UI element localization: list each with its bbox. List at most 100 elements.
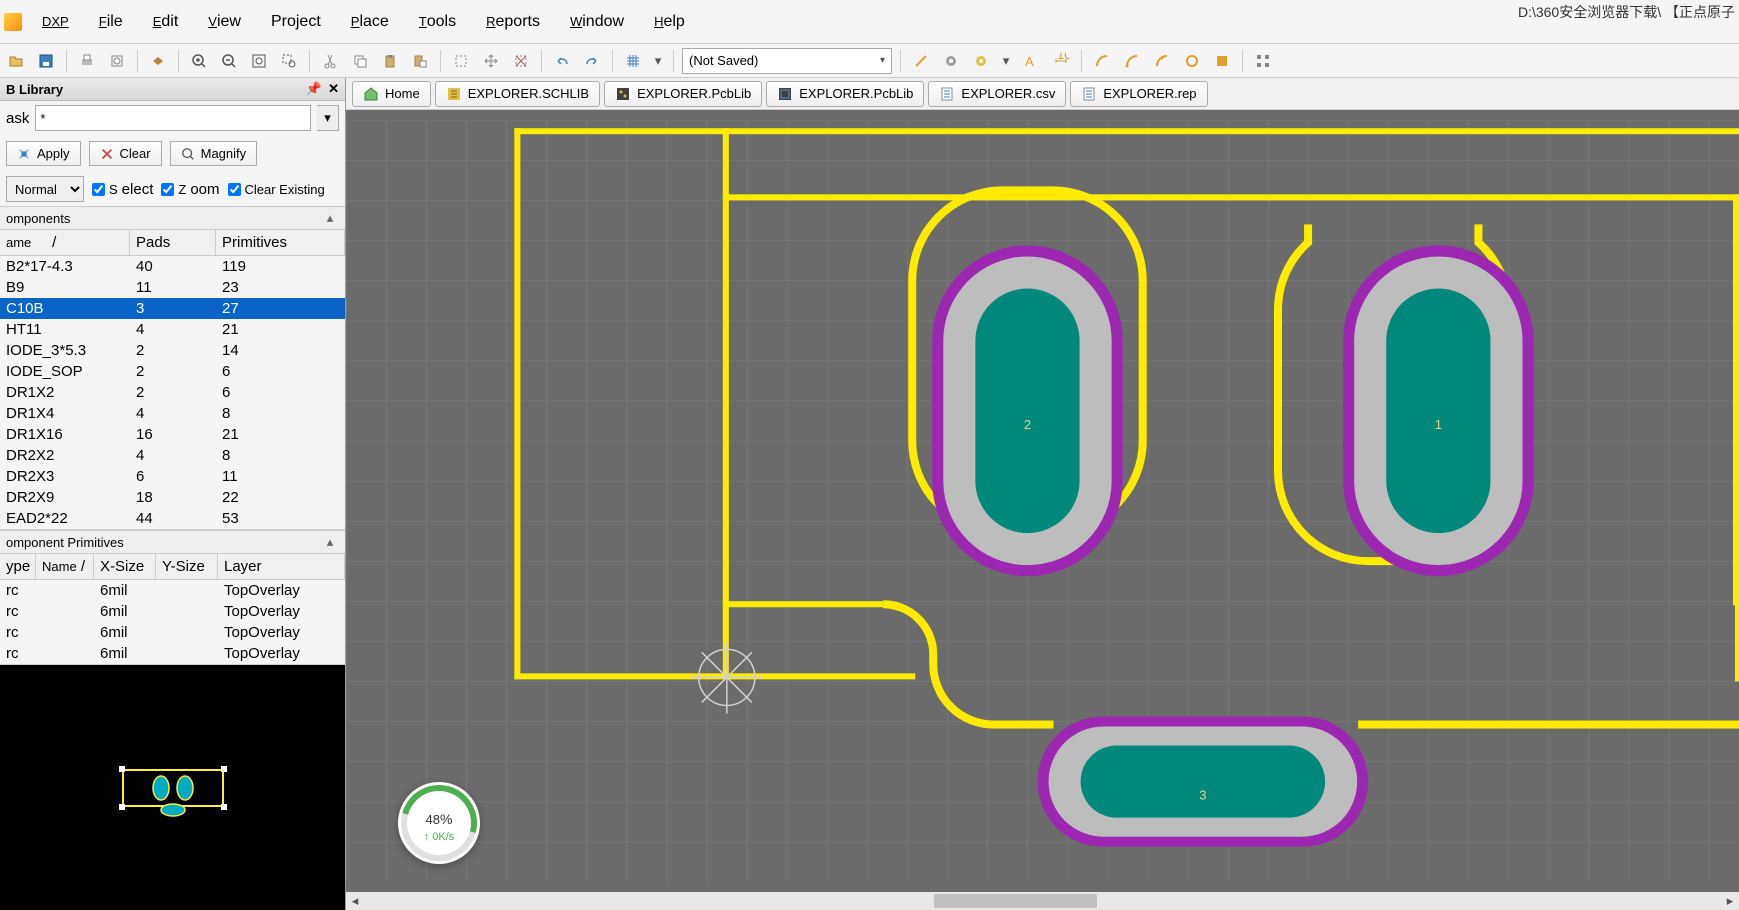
apply-button[interactable]: Apply	[6, 141, 81, 166]
grid-dropdown-icon[interactable]: ▾	[651, 49, 665, 73]
app-icon	[4, 13, 22, 31]
table-row[interactable]: EAD2*224453	[0, 508, 345, 529]
table-row[interactable]: rc6milTopOverlay	[0, 601, 345, 622]
redo-icon[interactable]	[580, 49, 604, 73]
tab-csv[interactable]: EXPLORER.csv	[928, 81, 1066, 107]
col-name[interactable]: ame /	[0, 230, 130, 255]
sidebar: B Library 📌 ✕ ask ▾ Apply Clear Magnify	[0, 78, 346, 910]
table-row[interactable]: C10B327	[0, 298, 345, 319]
table-row[interactable]: DR1X226	[0, 382, 345, 403]
col-ysize[interactable]: Y-Size	[156, 554, 218, 579]
open-icon[interactable]	[4, 49, 28, 73]
scroll-left-icon[interactable]: ◂	[346, 892, 364, 910]
table-row[interactable]: DR2X3611	[0, 466, 345, 487]
select-rect-icon[interactable]	[449, 49, 473, 73]
circle-icon[interactable]	[1180, 49, 1204, 73]
document-tabs: Home EXPLORER.SCHLIB EXPLORER.PcbLib EXP…	[346, 78, 1739, 110]
menu-window[interactable]: Window	[556, 7, 638, 37]
tab-home[interactable]: Home	[352, 81, 431, 107]
table-row[interactable]: B2*17-4.340119	[0, 256, 345, 277]
table-row[interactable]: DR1X448	[0, 403, 345, 424]
menu-edit[interactable]: Edit	[139, 7, 193, 37]
zoom-fit-icon[interactable]	[247, 49, 271, 73]
mask-dropdown-icon[interactable]: ▾	[317, 105, 339, 131]
table-row[interactable]: HT11421	[0, 319, 345, 340]
via-icon[interactable]	[969, 49, 993, 73]
primitives-grid: ype Name / X-Size Y-Size Layer rc6milTop…	[0, 554, 345, 665]
clear-existing-checkbox[interactable]: Clear Existing	[228, 182, 325, 197]
tab-pcblib1[interactable]: EXPLORER.PcbLib	[604, 81, 762, 107]
move-icon[interactable]	[479, 49, 503, 73]
copy-icon[interactable]	[348, 49, 372, 73]
magnify-button[interactable]: Magnify	[170, 141, 258, 166]
arc-edge-icon[interactable]	[1120, 49, 1144, 73]
line-icon[interactable]	[909, 49, 933, 73]
menu-place[interactable]: Place	[337, 7, 403, 37]
panel-close-icon[interactable]: ✕	[328, 81, 339, 97]
arc-center-icon[interactable]	[1090, 49, 1114, 73]
scroll-up-icon[interactable]: ▴	[321, 534, 339, 550]
panel-pin-icon[interactable]: 📌	[306, 81, 322, 97]
undo-icon[interactable]	[550, 49, 574, 73]
tab-pcblib2[interactable]: EXPLORER.PcbLib	[766, 81, 924, 107]
menu-view[interactable]: View	[194, 7, 255, 37]
table-row[interactable]: IODE_3*5.3214	[0, 340, 345, 361]
via-dropdown-icon[interactable]: ▾	[999, 49, 1013, 73]
tab-schlib[interactable]: EXPLORER.SCHLIB	[435, 81, 600, 107]
table-row[interactable]: rc6milTopOverlay	[0, 643, 345, 664]
menu-dxp[interactable]: DXP	[28, 7, 83, 37]
menu-file[interactable]: File	[85, 7, 137, 37]
layer-combo[interactable]: (Not Saved)	[682, 48, 892, 74]
col-primitives[interactable]: Primitives	[216, 230, 345, 255]
zoom-checkbox[interactable]: Zoom	[161, 181, 219, 198]
table-row[interactable]: rc6milTopOverlay	[0, 622, 345, 643]
mode-select[interactable]: Normal	[6, 176, 84, 202]
menu-tools[interactable]: Tools	[405, 7, 470, 37]
deselect-icon[interactable]	[509, 49, 533, 73]
menu-reports[interactable]: Reports	[472, 7, 554, 37]
preview-icon[interactable]	[105, 49, 129, 73]
cut-icon[interactable]	[318, 49, 342, 73]
tab-rep[interactable]: EXPLORER.rep	[1070, 81, 1207, 107]
paste-special-icon[interactable]	[408, 49, 432, 73]
save-icon[interactable]	[34, 49, 58, 73]
fill-icon[interactable]	[1210, 49, 1234, 73]
paste-icon[interactable]	[378, 49, 402, 73]
pad-2-label: 2	[1024, 417, 1031, 432]
zoom-select-icon[interactable]	[277, 49, 301, 73]
table-row[interactable]: DR2X91822	[0, 487, 345, 508]
pad-icon[interactable]	[939, 49, 963, 73]
table-row[interactable]: B91123	[0, 277, 345, 298]
table-row[interactable]: rc6milTopOverlay	[0, 580, 345, 601]
table-row[interactable]: IODE_SOP26	[0, 361, 345, 382]
components-grid: ame / Pads Primitives B2*17-4.340119B911…	[0, 230, 345, 530]
col-xsize[interactable]: X-Size	[94, 554, 156, 579]
menu-help[interactable]: Help	[640, 7, 699, 37]
clear-button[interactable]: Clear	[89, 141, 162, 166]
col-pads[interactable]: Pads	[130, 230, 216, 255]
string-icon[interactable]: A	[1019, 49, 1043, 73]
mask-input[interactable]	[35, 105, 311, 131]
scroll-up-icon[interactable]: ▴	[321, 210, 339, 226]
table-row[interactable]: DR2X248	[0, 445, 345, 466]
scroll-right-icon[interactable]: ▸	[1721, 892, 1739, 910]
col-name[interactable]: Name /	[36, 554, 94, 579]
print-icon[interactable]	[75, 49, 99, 73]
pcb-canvas[interactable]: 2 1 3	[346, 110, 1739, 892]
col-layer[interactable]: Layer	[218, 554, 345, 579]
menu-project[interactable]: Project	[257, 7, 335, 37]
workspace-icon[interactable]	[146, 49, 170, 73]
select-checkbox[interactable]: Select	[92, 181, 153, 198]
speed-widget[interactable]: 48% ↑ 0K/s	[398, 782, 480, 864]
dimension-icon[interactable]: 10,10	[1049, 49, 1073, 73]
col-type[interactable]: ype	[0, 554, 36, 579]
svg-text:10,10: 10,10	[1057, 53, 1069, 62]
zoom-out-icon[interactable]	[217, 49, 241, 73]
table-row[interactable]: DR1X161621	[0, 424, 345, 445]
zoom-in-icon[interactable]	[187, 49, 211, 73]
component-preview	[0, 665, 345, 910]
grid-icon[interactable]	[621, 49, 645, 73]
horizontal-scrollbar[interactable]: ◂ ▸	[346, 892, 1739, 910]
array-icon[interactable]	[1251, 49, 1275, 73]
arc-any-icon[interactable]	[1150, 49, 1174, 73]
